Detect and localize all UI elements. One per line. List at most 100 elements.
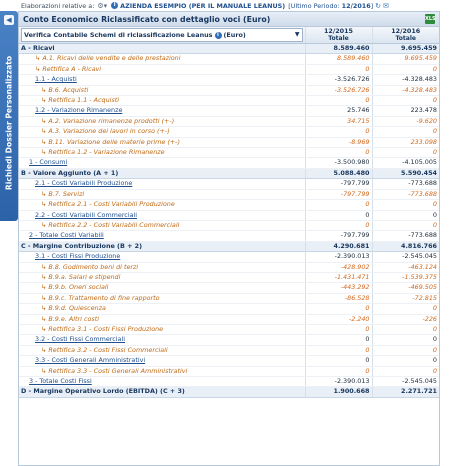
row-label-text: 2.2 - Costi Variabili Commerciali: [35, 210, 138, 219]
row-label[interactable]: 1.1 - Acquisti: [19, 74, 305, 86]
value-cell: 0: [371, 355, 439, 367]
value-cell: 25.746: [304, 105, 372, 117]
sub-item-arrow-icon: ↳: [41, 366, 47, 375]
value-cell: -797.799: [304, 230, 372, 242]
row-label[interactable]: ↳ A.2. Variazione rimanenze prodotti (+-): [19, 116, 305, 128]
row-label[interactable]: 2 - Totale Costi Variabili: [19, 230, 305, 242]
info-icon[interactable]: i: [111, 2, 119, 9]
row-label[interactable]: 1.2 - Variazione Rimanenze: [19, 105, 305, 117]
row-label[interactable]: 1 - Consumi: [19, 157, 305, 169]
row-label[interactable]: ↳ Rettifica 1.2 - Variazione Rimanenze: [19, 147, 305, 159]
value-cell: 4.290.681: [304, 241, 372, 253]
row-label[interactable]: 3.2 - Costi Fissi Commerciali: [19, 334, 305, 346]
chat-icon[interactable]: ✉: [383, 2, 389, 10]
value-cell: 0: [371, 64, 439, 76]
section-row: C - Margine Contribuzione (B + 2)3.062.6…: [19, 241, 439, 253]
row-label[interactable]: ↳ Rettifica A - Ricavi: [19, 64, 305, 76]
sub-item-arrow-icon: ↳: [41, 293, 47, 302]
sub-item-arrow-icon: ↳: [41, 314, 47, 323]
row-label[interactable]: ↳ B.9.b. Oneri sociali: [19, 282, 305, 294]
row-label-text: 3.1 - Costi Fissi Produzione: [35, 252, 121, 261]
row-label[interactable]: ↳ B.7. Servizi: [19, 189, 305, 201]
value-cell: 34.715: [304, 116, 372, 128]
row-label[interactable]: ↳ Rettifica 1.1 - Acquisti: [19, 95, 305, 107]
row-label-text: B.9.e. Altri costi: [48, 314, 99, 323]
row-label[interactable]: ↳ A.1. Ricavi delle vendite e delle prest…: [19, 53, 305, 65]
row-label-text: B.6. Acquisti: [48, 85, 89, 94]
excel-export-icon[interactable]: XLS: [425, 14, 436, 24]
value-cell: 0: [304, 210, 372, 221]
sub-item-arrow-icon: ↳: [41, 116, 47, 125]
table-row: ↳B.9.e. Altri costi-1.420-2.240-226: [19, 314, 439, 325]
row-label[interactable]: 2.1 - Costi Variabili Produzione: [19, 178, 305, 190]
row-label-text: 2.1 - Costi Variabili Produzione: [35, 179, 133, 188]
sub-item-arrow-icon: ↳: [41, 189, 47, 198]
value-cell: 8.589.460: [304, 53, 372, 65]
table-row: ↳ B.11. Variazione delle materie prime (+…: [19, 137, 439, 149]
last-period-suffix: ]: [370, 1, 374, 10]
row-label[interactable]: ↳ Rettifica 3.2 - Costi Fissi Commerciali: [19, 345, 305, 357]
row-label-text: Rettifica 1.2 - Variazione Rimanenze: [48, 148, 165, 157]
context-bar: Elaborazioni relative a: ⚙▾ i AZIENDA ES…: [0, 0, 474, 11]
value-cell: 4.816.766: [371, 241, 439, 253]
value-cell: 0: [371, 95, 439, 107]
value-cell: 5.590.454: [371, 168, 439, 180]
row-label[interactable]: ↳ B.8. Godimento beni di terzi: [19, 262, 305, 273]
value-cell: 0: [371, 334, 439, 346]
value-cell: -428.902: [304, 262, 372, 273]
row-label[interactable]: 2.2 - Costi Variabili Commerciali: [19, 210, 305, 221]
sub-item-arrow-icon: ↳: [41, 345, 47, 354]
value-cell: 2.271.721: [371, 386, 439, 398]
row-label-text: 1.2 - Variazione Rimanenze: [35, 106, 123, 115]
scheme-cell: Verifica Contabile Schemi di riclassific…: [19, 27, 305, 44]
row-label[interactable]: ↳ Rettifica 2.1 - Costi Variabili Produzi…: [19, 199, 305, 211]
row-label[interactable]: ↳ B.11. Variazione delle materie prime (+…: [19, 137, 305, 149]
row-label[interactable]: ↳ A.3. Variazione dei lavori in corso (+-…: [19, 126, 305, 138]
row-label[interactable]: ↳ Rettifica 3.1 - Costi Fissi Produzione: [19, 324, 305, 336]
panel-title: Conto Economico Riclassificato con detta…: [23, 14, 271, 24]
company-name[interactable]: AZIENDA ESEMPIO (PER IL MANUALE LEANUS): [120, 2, 285, 10]
value-cell: -3.526.726: [304, 85, 372, 97]
row-label[interactable]: ↳ Rettifica 2.2 - Costi Variabili Commerc…: [19, 220, 305, 232]
scheme-selector-value: Verifica Contabile Schemi di riclassific…: [24, 31, 213, 39]
row-label[interactable]: ↳ B.6. Acquisti: [19, 85, 305, 97]
col-header-2015: 12/2015 Totale: [304, 27, 372, 44]
value-cell: -773.688: [371, 178, 439, 190]
row-label-text: Rettifica 3.3 - Costi Generali Amministr…: [48, 366, 188, 375]
row-label[interactable]: 3.1 - Costi Fissi Produzione: [19, 251, 305, 263]
sub-item-arrow-icon: ↳: [41, 148, 47, 157]
sub-item-arrow-icon: ↳: [35, 64, 41, 73]
value-cell: 0: [371, 199, 439, 211]
row-label[interactable]: ↳ B.9.d. Quiescenza: [19, 303, 305, 315]
gear-icon[interactable]: ⚙▾: [97, 2, 107, 10]
row-label-text: 1 - Consumi: [29, 158, 68, 167]
table-row: 2.2 - Costi Variabili Commerciali000: [19, 210, 439, 221]
row-label-text: 2 - Totale Costi Variabili: [29, 231, 104, 240]
table-row: 1.1 - Acquisti-3.414.977-3.526.726-4.328…: [19, 74, 439, 86]
arrow-left-icon[interactable]: ◀: [4, 15, 14, 25]
row-label[interactable]: ↳ B.9.c. Trattamento di fine rapporto: [19, 293, 305, 305]
row-label: D - Margine Operativo Lordo (EBITDA) (C …: [19, 386, 305, 398]
value-cell: -4.105.005: [371, 157, 439, 169]
row-label-text: Rettifica 2.2 - Costi Variabili Commerci…: [48, 220, 180, 229]
value-cell: 0: [371, 366, 439, 378]
value-cell: 0: [304, 220, 372, 232]
dossier-side-tab[interactable]: ◀ Richiedi Dossier Personalizzato: [0, 11, 18, 221]
chevron-down-icon[interactable]: ▼: [295, 31, 300, 39]
row-label[interactable]: 3 - Totale Costi Fissi: [19, 376, 305, 388]
scheme-selector[interactable]: Verifica Contabile Schemi di riclassific…: [21, 28, 303, 42]
info-icon[interactable]: i: [214, 31, 222, 39]
income-statement-panel: Conto Economico Riclassificato con detta…: [18, 11, 440, 466]
row-label[interactable]: ↳ Rettifica 3.3 - Costi Generali Amminist…: [19, 366, 305, 378]
refresh-icon[interactable]: ↻: [375, 2, 381, 10]
value-cell: 0: [304, 126, 372, 138]
row-label[interactable]: ↳ B.9.a. Salari e stipendi: [19, 272, 305, 284]
value-cell: 0: [304, 303, 372, 315]
value-cell: -2.390.013: [304, 251, 372, 263]
value-cell: 0: [371, 220, 439, 232]
row-label[interactable]: ↳ B.9.e. Altri costi: [19, 314, 305, 325]
table-body: A - Ricavi7.419.7808.589.4609.695.459↳A.…: [19, 43, 439, 398]
table-row: ↳B.9.a. Salari e stipendi-1.273.081-1.43…: [19, 272, 439, 284]
panel-header: Conto Economico Riclassificato con detta…: [19, 12, 439, 27]
row-label[interactable]: 3.3 - Costi Generali Amministrativi: [19, 355, 305, 367]
